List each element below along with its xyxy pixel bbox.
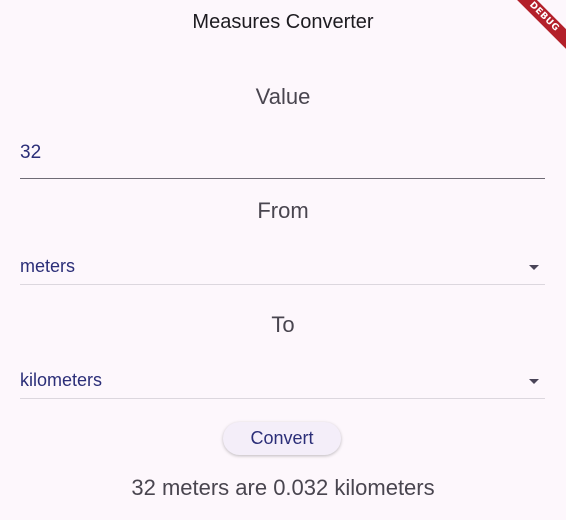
to-unit-dropdown[interactable]: kilometers [20, 366, 545, 399]
to-label: To [271, 312, 295, 337]
from-label: From [257, 198, 309, 223]
from-unit-dropdown[interactable]: meters [20, 252, 545, 285]
app-bar: Measures Converter [0, 0, 566, 44]
app-title: Measures Converter [192, 10, 374, 33]
dropdown-arrow-icon [529, 379, 539, 384]
to-unit-selected: kilometers [20, 370, 103, 390]
debug-label: DEBUG [507, 0, 566, 54]
debug-banner: DEBUG [506, 0, 566, 60]
value-input[interactable]: 32 [20, 138, 545, 179]
from-unit-selected: meters [20, 256, 76, 276]
conversion-result: 32 meters are 0.032 kilometers [131, 475, 435, 500]
dropdown-arrow-icon [529, 265, 539, 270]
value-label: Value [255, 84, 311, 109]
convert-button[interactable]: Convert [223, 422, 341, 455]
value-input-text: 32 [20, 142, 42, 163]
